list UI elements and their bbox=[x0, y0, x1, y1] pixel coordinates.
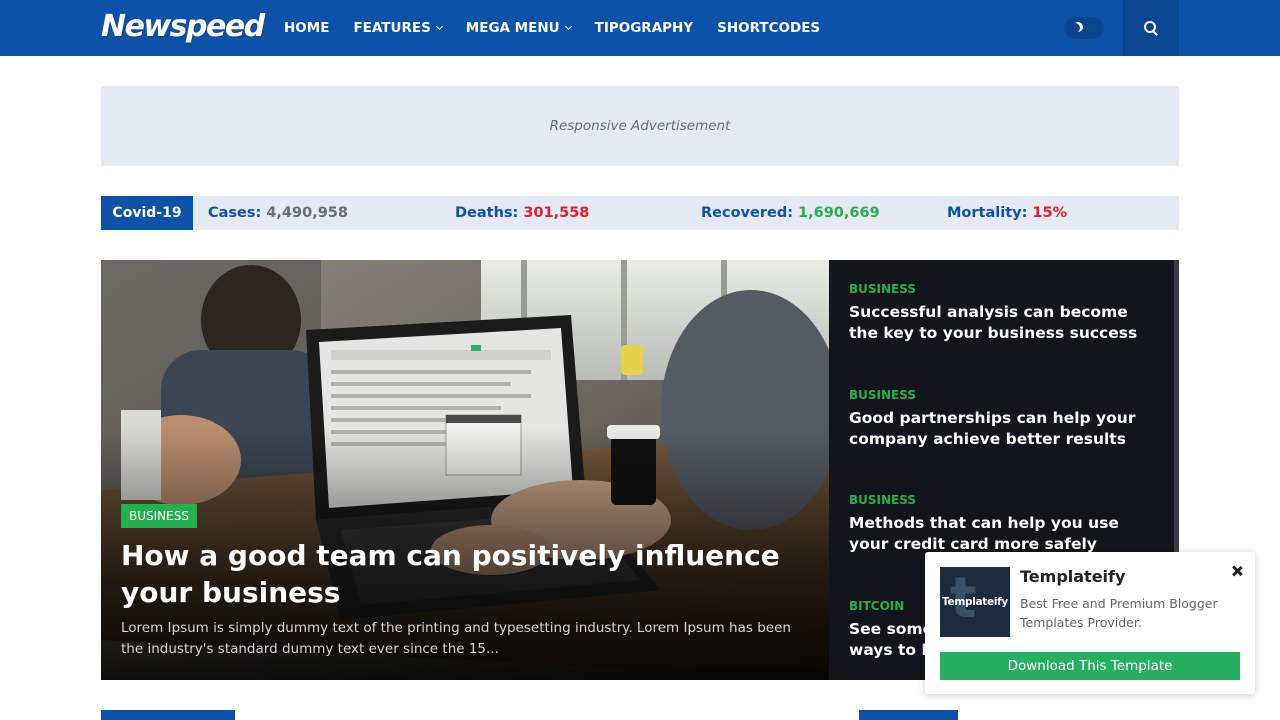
search-icon bbox=[1144, 21, 1158, 35]
popup-description: Best Free and Premium Blogger Templates … bbox=[1020, 596, 1218, 630]
nav-tipography[interactable]: TIPOGRAPHY bbox=[595, 20, 694, 36]
nav-tipography-label: TIPOGRAPHY bbox=[594, 20, 694, 36]
dark-mode-toggle[interactable] bbox=[1064, 17, 1104, 39]
stat-value: 4,490,958 bbox=[266, 205, 348, 221]
moon-icon bbox=[1070, 23, 1080, 33]
featured-title[interactable]: How a good team can positively influence… bbox=[121, 537, 781, 611]
featured-excerpt: Lorem Ipsum is simply dummy text of the … bbox=[121, 620, 791, 657]
advertisement-label: Responsive Advertisement bbox=[549, 118, 731, 134]
covid-tag: Covid-19 bbox=[101, 196, 193, 230]
stat-label: Cases: bbox=[208, 205, 262, 221]
covid-mortality: Mortality: 15% bbox=[947, 196, 1067, 230]
stat-label: Deaths: bbox=[455, 205, 519, 221]
download-template-button[interactable]: Download This Template bbox=[940, 652, 1240, 680]
stat-label: Mortality: bbox=[947, 205, 1028, 221]
responsive-advertisement: Responsive Advertisement bbox=[101, 86, 1179, 166]
side-post[interactable]: BUSINESS Methods that can help you use y… bbox=[849, 493, 1159, 555]
nav-features-label: FEATURES bbox=[353, 20, 431, 36]
post-category[interactable]: BUSINESS bbox=[849, 493, 1159, 507]
stat-value: 301,558 bbox=[523, 205, 590, 221]
post-title[interactable]: Successful analysis can become the key t… bbox=[849, 302, 1159, 344]
nav-home-label: HOME bbox=[284, 20, 330, 36]
site-logo[interactable]: Newspeed bbox=[101, 9, 265, 44]
section-header-tab bbox=[859, 710, 958, 720]
covid-recovered: Recovered: 1,690,669 bbox=[701, 196, 880, 230]
nav-home[interactable]: HOME bbox=[284, 20, 329, 36]
close-icon[interactable] bbox=[1227, 562, 1247, 582]
search-button[interactable] bbox=[1123, 0, 1179, 56]
main-nav: HOME FEATURES MEGA MENU TIPOGRAPHY SHORT… bbox=[284, 0, 844, 56]
side-post[interactable]: BUSINESS Good partnerships can help your… bbox=[849, 388, 1159, 450]
chevron-down-icon bbox=[564, 22, 572, 30]
nav-mega-menu-label: MEGA MENU bbox=[465, 20, 560, 36]
nav-shortcodes-label: SHORTCODES bbox=[717, 20, 821, 36]
post-category[interactable]: BUSINESS bbox=[849, 388, 1159, 402]
nav-mega-menu[interactable]: MEGA MENU bbox=[465, 20, 572, 36]
stat-value: 1,690,669 bbox=[798, 205, 880, 221]
templateify-thumbnail: t Templateify bbox=[940, 567, 1010, 637]
post-title[interactable]: Good partnerships can help your company … bbox=[849, 408, 1159, 450]
nav-features[interactable]: FEATURES bbox=[353, 20, 443, 36]
featured-post[interactable]: BUSINESS How a good team can positively … bbox=[101, 260, 829, 680]
popup-title: Templateify bbox=[1020, 567, 1126, 586]
covid-ticker: Covid-19 Cases: 4,490,958 Deaths: 301,55… bbox=[101, 196, 1179, 230]
featured-overlay bbox=[101, 260, 829, 680]
covid-cases: Cases: 4,490,958 bbox=[208, 196, 348, 230]
template-promo-popup: t Templateify Templateify Best Free and … bbox=[925, 552, 1255, 694]
section-header-tab bbox=[101, 710, 235, 720]
post-category[interactable]: BUSINESS bbox=[849, 282, 1159, 296]
stat-label: Recovered: bbox=[701, 205, 794, 221]
post-title[interactable]: Methods that can help you use your credi… bbox=[849, 513, 1159, 555]
stat-value: 15% bbox=[1032, 205, 1068, 221]
covid-deaths: Deaths: 301,558 bbox=[455, 196, 589, 230]
thumbnail-wordmark: Templateify bbox=[942, 596, 1008, 608]
featured-category-badge[interactable]: BUSINESS bbox=[121, 504, 197, 528]
nav-shortcodes[interactable]: SHORTCODES bbox=[717, 20, 820, 36]
site-header: Newspeed HOME FEATURES MEGA MENU TIPOGRA… bbox=[0, 0, 1280, 56]
chevron-down-icon bbox=[435, 22, 443, 30]
side-post[interactable]: BUSINESS Successful analysis can become … bbox=[849, 282, 1159, 344]
